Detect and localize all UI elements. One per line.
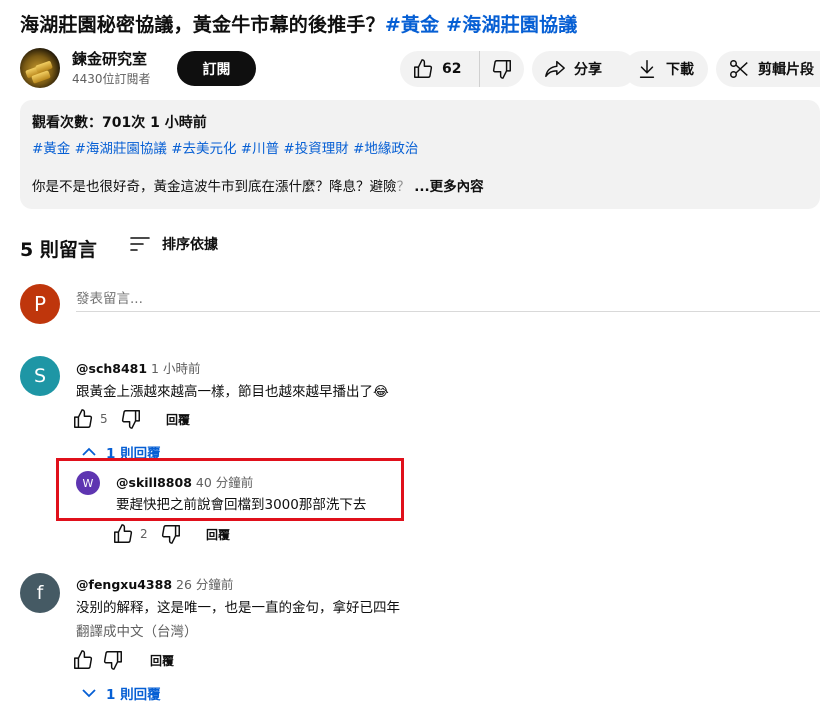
description-hashtags[interactable]: #黃金 #海湖莊園協議 #去美元化 #川普 #投資理財 #地緣政治 — [32, 137, 808, 157]
thumbs-up-icon — [412, 58, 434, 80]
reply-author[interactable]: @skill8808 — [116, 475, 192, 490]
current-user-avatar: P — [20, 284, 60, 324]
download-icon — [636, 58, 658, 80]
view-count-and-date: 觀看次數：701次 1 小時前 — [32, 115, 207, 131]
description-text: 你是不是也很好奇，黃金這波牛市到底在漲什麼？降息？避險？ ...更多內容 — [32, 175, 808, 195]
channel-avatar[interactable] — [20, 48, 60, 88]
description-box[interactable]: 觀看次數：701次 1 小時前 #黃金 #海湖莊園協議 #去美元化 #川普 #投… — [20, 100, 820, 209]
replies-toggle[interactable]: 1 則回覆 — [80, 683, 161, 703]
comment-reply-button[interactable]: 回覆 — [150, 652, 174, 669]
reply-time[interactable]: 40 分鐘前 — [196, 475, 253, 490]
reply-actions: 2 回覆 — [112, 522, 230, 546]
comment-author[interactable]: @sch8481 — [76, 361, 147, 376]
thumbs-down-icon — [103, 651, 122, 670]
share-arrow-icon — [544, 58, 566, 80]
reply-dislike-button[interactable] — [160, 523, 182, 545]
description-fade: ？ — [396, 179, 411, 195]
replies-count: 1 則回覆 — [106, 687, 161, 703]
show-more-link[interactable]: ...更多內容 — [414, 179, 483, 195]
video-title-hashtags[interactable]: #黃金 #海湖莊園協議 — [385, 14, 578, 36]
add-comment-row: P — [20, 284, 820, 324]
share-label: 分享 — [574, 62, 602, 78]
comment-author[interactable]: @fengxu4388 — [76, 577, 172, 592]
reply-avatar[interactable]: W — [76, 471, 100, 495]
comment-like-button[interactable] — [72, 408, 94, 430]
thumbs-up-icon — [74, 650, 93, 669]
comment-header: @fengxu4388 26 分鐘前 — [76, 574, 233, 593]
chevron-down-icon — [80, 687, 98, 699]
comment-like-count: 5 — [100, 412, 108, 426]
video-title-text: 海湖莊園秘密協議，黃金牛市幕的後推手？ — [20, 14, 385, 36]
thumbs-up-icon — [114, 524, 133, 543]
channel-row: 鍊金研究室 4430位訂閱者 訂閱 62 分享 下載 剪輯片段 — [20, 46, 820, 90]
add-comment-input[interactable] — [76, 286, 820, 312]
like-button[interactable]: 62 — [400, 51, 480, 87]
like-count: 62 — [442, 61, 462, 77]
comment-actions: 回覆 — [72, 648, 174, 672]
comment-like-button[interactable] — [72, 649, 94, 671]
subscriber-count: 4430位訂閱者 — [72, 72, 151, 86]
comment-text: 没别的解释，这是唯一，也是一直的金句，拿好已四年 — [76, 600, 400, 616]
reply-text: 要趕快把之前說會回檔到3000那部洗下去 — [116, 497, 367, 513]
reply-header: @skill8808 40 分鐘前 — [116, 472, 253, 491]
comment-reply-button[interactable]: 回覆 — [166, 411, 190, 428]
reply-reply-button[interactable]: 回覆 — [206, 526, 230, 543]
comment-time[interactable]: 1 小時前 — [151, 361, 200, 376]
comment-avatar[interactable]: S — [20, 356, 60, 396]
clip-button[interactable]: 剪輯片段 — [716, 51, 820, 87]
thumbs-up-icon — [74, 409, 93, 428]
thumbs-down-icon — [491, 58, 513, 80]
reply-like-button[interactable] — [112, 523, 134, 545]
comment-avatar[interactable]: f — [20, 573, 60, 613]
comment-text: 跟黃金上漲越來越高一樣，節目也越來越早播出了😂 — [76, 384, 389, 400]
comment-dislike-button[interactable] — [120, 408, 142, 430]
comment-time[interactable]: 26 分鐘前 — [176, 577, 233, 592]
comments-header: 5 則留言 排序依據 — [20, 234, 420, 261]
clip-label: 剪輯片段 — [758, 62, 814, 78]
scissors-icon — [728, 58, 750, 80]
share-button[interactable]: 分享 — [532, 51, 636, 87]
description-body: 你是不是也很好奇，黃金這波牛市到底在漲什麼？降息？避險 — [32, 179, 397, 195]
comments-count: 5 則留言 — [20, 239, 97, 261]
download-button[interactable]: 下載 — [624, 51, 708, 87]
like-dislike-group: 62 — [400, 51, 524, 87]
channel-name[interactable]: 鍊金研究室 — [72, 48, 147, 69]
thumbs-down-icon — [161, 525, 180, 544]
comment-header: @sch8481 1 小時前 — [76, 358, 200, 377]
sort-icon — [130, 235, 150, 253]
dislike-button[interactable] — [480, 51, 524, 87]
sort-button[interactable]: 排序依據 — [130, 234, 218, 254]
comment-actions: 5 回覆 — [72, 407, 190, 431]
thumbs-down-icon — [121, 410, 140, 429]
chevron-up-icon — [80, 446, 98, 458]
translate-link[interactable]: 翻譯成中文（台灣） — [76, 620, 198, 640]
comment-dislike-button[interactable] — [102, 649, 124, 671]
video-title: 海湖莊園秘密協議，黃金牛市幕的後推手？#黃金 #海湖莊園協議 — [20, 10, 577, 37]
sort-label: 排序依據 — [162, 237, 218, 253]
reply-like-count: 2 — [140, 527, 148, 541]
subscribe-button[interactable]: 訂閱 — [177, 51, 256, 86]
download-label: 下載 — [666, 62, 694, 78]
